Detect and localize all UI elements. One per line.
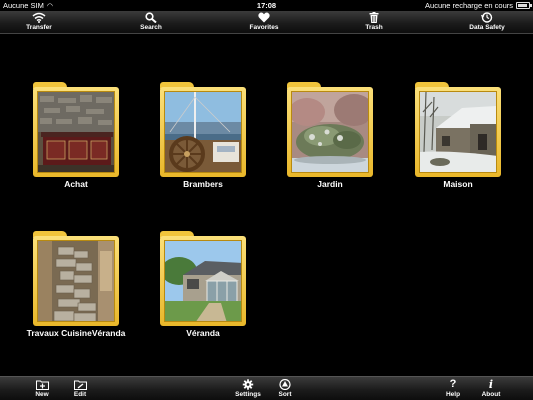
help-button[interactable]: ? Help (442, 378, 464, 399)
search-label: Search (140, 24, 162, 31)
sort-button[interactable]: Sort (274, 379, 296, 398)
battery-level (518, 4, 527, 7)
new-label: New (35, 391, 49, 398)
folder-label: Achat (64, 179, 88, 189)
bottom-toolbar: New Edit Settings Sort ? Help i About (0, 376, 533, 400)
wifi-icon (32, 12, 46, 23)
sort-icon (279, 379, 291, 390)
folder-label: Véranda (186, 328, 220, 338)
folder-label: Travaux CuisineVéranda (26, 328, 126, 338)
transfer-label: Transfer (26, 24, 52, 31)
sort-label: Sort (278, 391, 292, 398)
gear-icon (242, 379, 254, 390)
clock-icon (481, 12, 493, 23)
transfer-button[interactable]: Transfer (22, 12, 56, 31)
search-button[interactable]: Search (134, 12, 168, 31)
edit-button[interactable]: Edit (70, 379, 90, 398)
folder-label: Maison (443, 179, 473, 189)
status-bar: Aucune SIM ◠ 17:08 Aucune recharge en cou… (0, 0, 533, 11)
top-toolbar: Transfer Search Favorites Trash Data Saf… (0, 11, 533, 34)
charging-status: Aucune recharge en cours (425, 1, 513, 10)
settings-button[interactable]: Settings (233, 379, 263, 398)
kitchen-photo (37, 91, 115, 173)
veranda-photo (164, 240, 242, 322)
trash-icon (369, 12, 379, 23)
search-icon (145, 12, 157, 23)
favorites-label: Favorites (249, 24, 279, 31)
new-folder-icon (35, 380, 49, 390)
trash-label: Trash (365, 24, 383, 31)
boat-photo (164, 91, 242, 173)
new-button[interactable]: New (32, 379, 52, 398)
heart-icon (258, 12, 270, 23)
about-label: About (481, 391, 501, 398)
favorites-button[interactable]: Favorites (244, 12, 284, 31)
settings-label: Settings (235, 391, 261, 398)
edit-folder-icon (73, 380, 87, 390)
edit-label: Edit (73, 391, 87, 398)
folder-label: Brambers (183, 179, 223, 189)
folder-label: Jardin (317, 179, 343, 189)
snowy-house-photo (419, 91, 497, 173)
help-label: Help (445, 391, 461, 398)
battery-icon (516, 2, 532, 9)
garden-photo (291, 91, 369, 173)
data-safety-label: Data Safety (469, 24, 505, 31)
info-icon: i (488, 378, 494, 391)
question-mark-icon: ? (449, 378, 457, 390)
stone-wall-photo (37, 240, 115, 322)
trash-button[interactable]: Trash (359, 12, 389, 31)
about-button[interactable]: i About (479, 379, 503, 398)
data-safety-button[interactable]: Data Safety (467, 12, 507, 31)
